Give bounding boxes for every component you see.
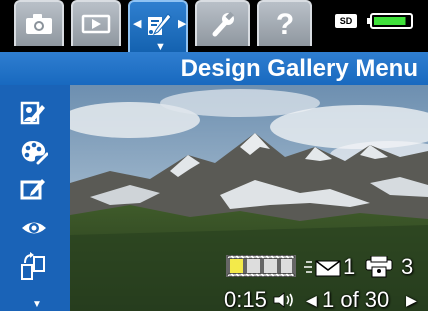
sd-card-badge: SD [335,14,357,28]
sidebar-more-indicator: ▼ [32,299,42,310]
battery-icon [367,13,413,29]
play-icon [81,14,111,34]
svg-text:?: ? [275,9,293,39]
tab-right-arrow-icon: ▶ [178,18,187,30]
thumbnail-strip-icon [226,255,296,277]
image-position: 1 of 30 [322,287,390,311]
speaker-icon [273,292,293,308]
sidebar-item-red-eye[interactable] [14,211,54,245]
tab-review[interactable] [71,0,121,46]
wrench-icon [212,11,234,37]
next-arrow-icon[interactable]: ▶ [406,288,417,311]
sidebar-item-edit-photo[interactable] [14,97,54,131]
email-icon [304,260,341,277]
rotate-icon [21,252,45,280]
title-bar: Design Gallery Menu [0,52,428,85]
tab-setup[interactable] [195,0,250,46]
design-gallery-icon [148,13,172,36]
camera-icon [26,14,52,34]
design-gallery-sidebar [0,85,70,311]
add-border-icon [20,179,45,200]
sidebar-item-rotate[interactable] [14,247,54,281]
artistic-effects-icon [21,141,48,165]
tab-left-arrow-icon: ◀ [133,18,142,30]
page-title: Design Gallery Menu [180,55,418,82]
tab-capture[interactable] [14,0,64,46]
tab-design-gallery[interactable]: ◀ ▶ ▼ [128,0,188,53]
sidebar-item-artistic-effects[interactable] [14,135,54,169]
menu-tab-bar: ◀ ▶ ▼ ? SD [0,0,428,53]
video-duration: 0:15 [224,287,267,311]
sidebar-item-add-border[interactable] [14,173,54,207]
current-thumb-highlight [230,259,243,273]
battery-fill [374,17,406,25]
question-icon: ? [275,9,293,39]
previous-arrow-icon[interactable]: ◀ [306,288,317,311]
tab-help[interactable]: ? [257,0,312,46]
email-count: 1 [343,254,356,279]
print-icon [365,256,393,278]
print-count: 3 [401,254,414,279]
red-eye-icon [22,222,46,234]
edit-photo-icon [20,101,45,125]
